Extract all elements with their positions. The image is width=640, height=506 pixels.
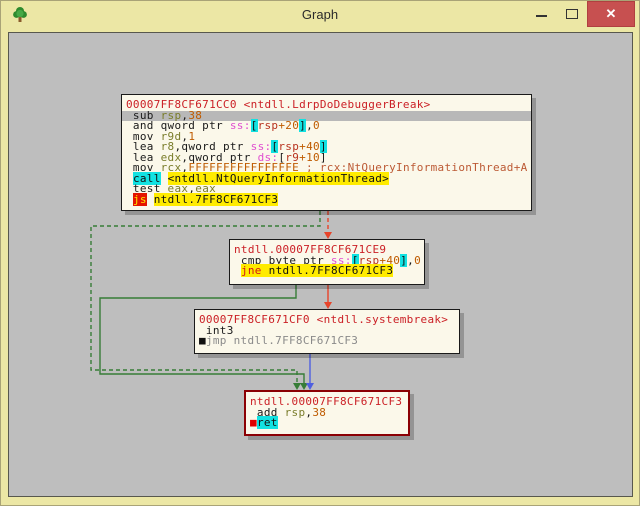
asm-token: +20 — [278, 119, 300, 132]
asm-token — [147, 193, 154, 206]
asm-token: ss: — [229, 119, 251, 132]
asm-token: jmp ntdll.7FF8CF671CF3 — [205, 334, 359, 347]
asm-token: 38 — [312, 405, 327, 419]
basic-block-cf3[interactable]: ntdll.00007FF8CF671CF3 add rsp,38 ■ret — [244, 390, 410, 436]
asm-token: ■ — [199, 334, 206, 347]
basic-block-ce9[interactable]: ntdll.00007FF8CF671CE9 cmp byte ptr ss:[… — [229, 239, 425, 285]
basic-block-ldrpdodebuggerbreak[interactable]: 00007FF8CF671CC0 <ntdll.LdrpDoDebuggerBr… — [121, 94, 532, 211]
asm-token: [ — [250, 119, 258, 132]
asm-token: rsp — [284, 405, 306, 419]
maximize-button[interactable] — [557, 1, 587, 27]
asm-token: rsp — [257, 119, 279, 132]
block-header[interactable]: 00007FF8CF671CF0 <ntdll.systembreak> — [195, 313, 459, 326]
close-button[interactable]: ✕ — [587, 1, 635, 27]
asm-token: ret — [256, 416, 278, 429]
asm-token: ntdll.7FF8CF671CF3 — [268, 264, 394, 277]
asm-token: , — [306, 119, 313, 132]
asm-token: 00007FF8CF671CF0 <ntdll.systembreak> — [199, 313, 449, 326]
minimize-button[interactable] — [527, 1, 557, 27]
asm-line[interactable]: jne ntdll.7FF8CF671CF3 — [230, 264, 424, 277]
close-icon: ✕ — [605, 6, 617, 21]
basic-block-systembreak[interactable]: 00007FF8CF671CF0 <ntdll.systembreak> int… — [194, 309, 460, 354]
maximize-icon — [566, 9, 578, 19]
asm-token: ■ — [250, 416, 257, 429]
asm-token: js — [132, 192, 147, 206]
asm-token: ntdll.7FF8CF671CF3 — [153, 192, 279, 206]
asm-token — [126, 193, 133, 206]
asm-line[interactable]: js ntdll.7FF8CF671CF3 — [122, 192, 531, 206]
minimize-icon — [536, 15, 547, 17]
graph-window: Graph ✕ 00007FF8CF671CC0 <ntdll.LdrpDoDe… — [0, 0, 640, 506]
asm-line[interactable]: ■jmp ntdll.7FF8CF671CF3 — [195, 334, 459, 347]
asm-token: 0 — [313, 119, 320, 132]
title-bar[interactable]: Graph ✕ — [1, 1, 639, 29]
asm-token — [234, 264, 241, 277]
asm-line[interactable]: ■ret — [246, 416, 408, 429]
asm-token: 0 — [414, 253, 422, 267]
asm-token: jne — [240, 264, 269, 277]
